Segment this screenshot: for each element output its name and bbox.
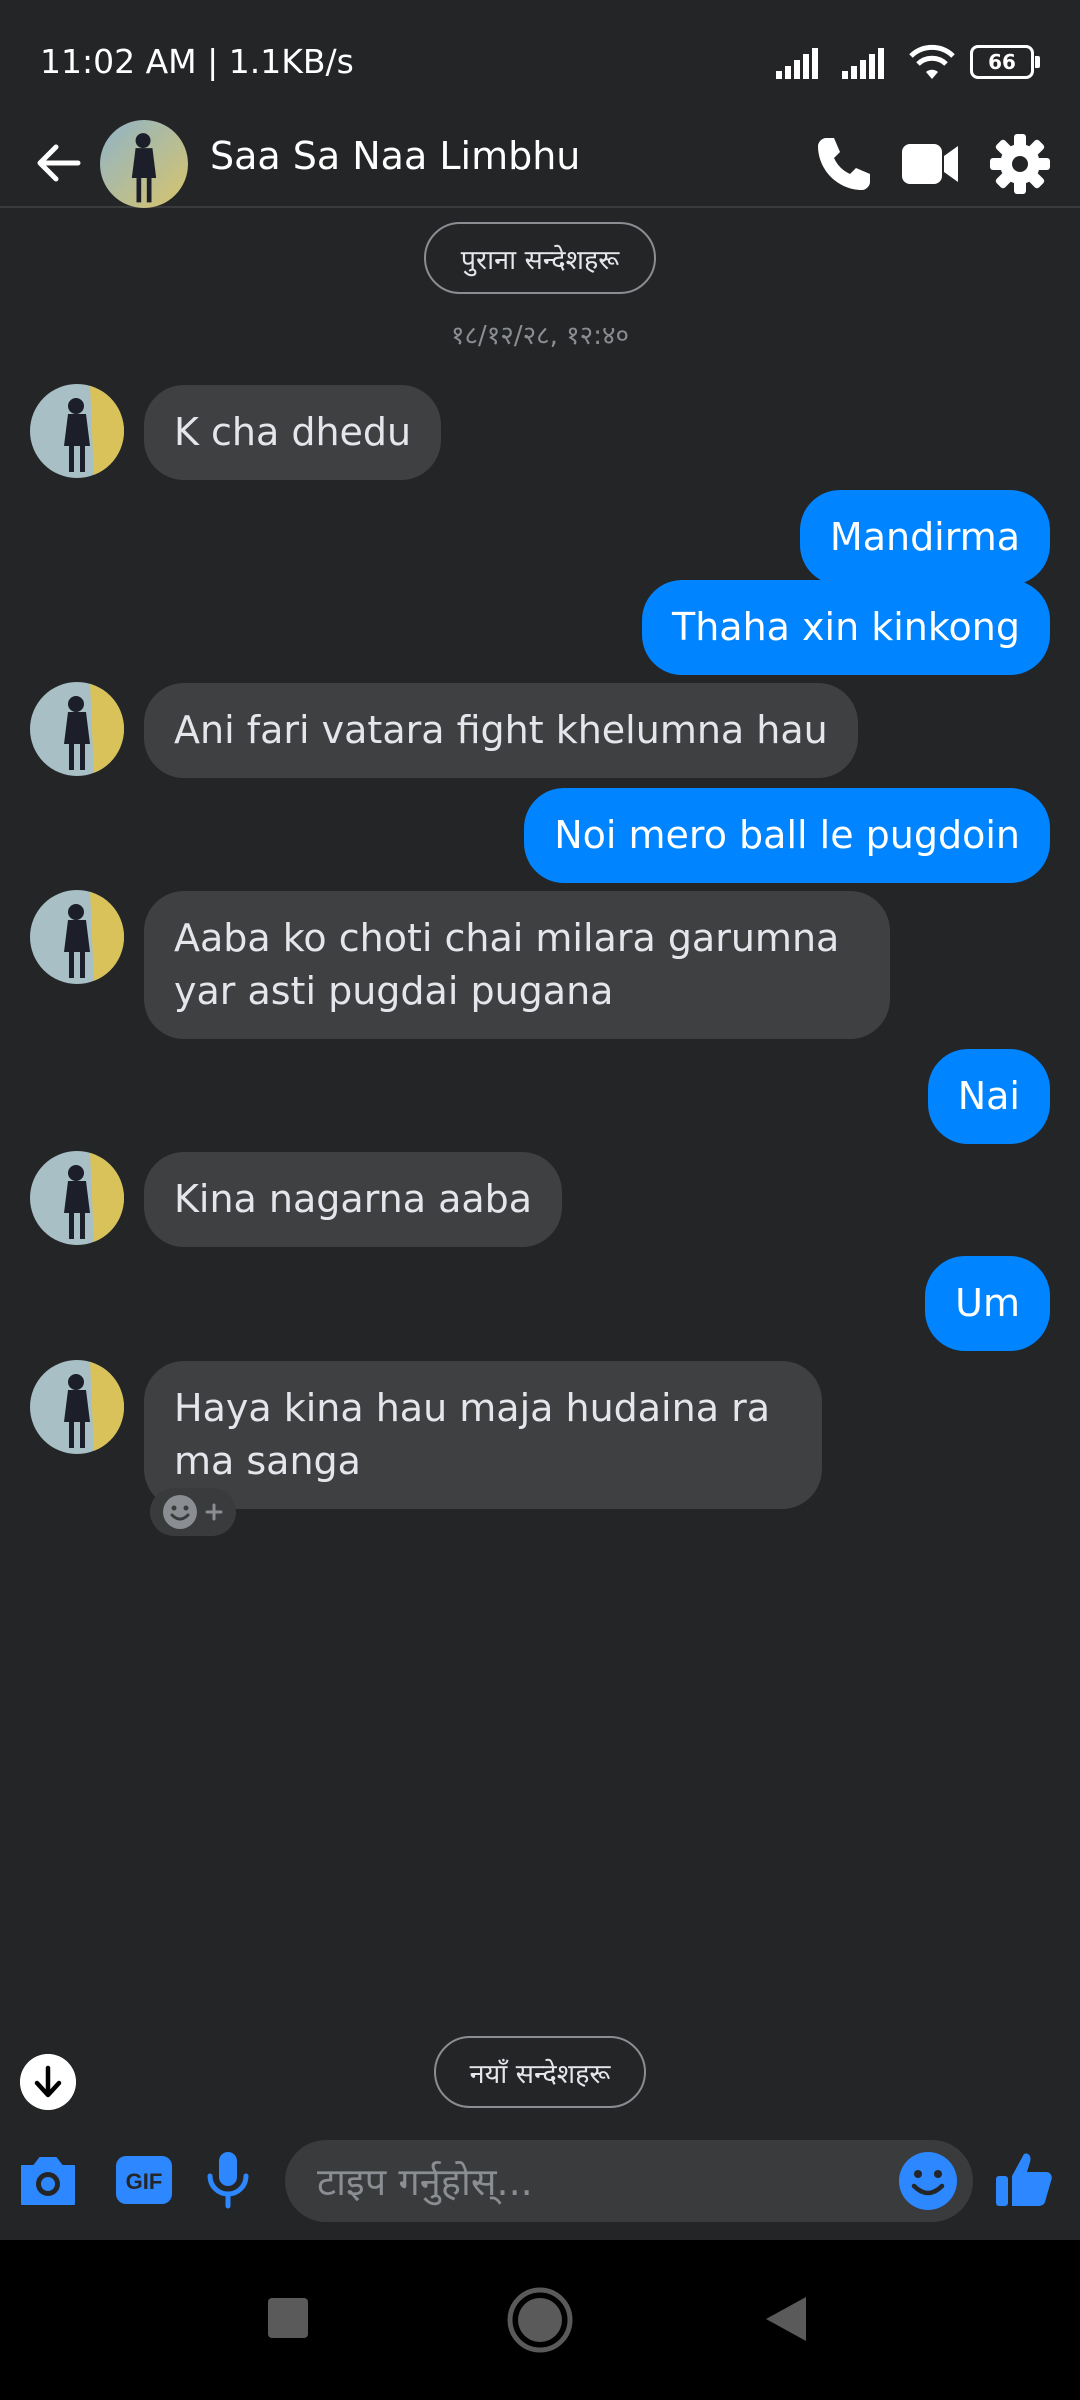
camera-icon[interactable] bbox=[14, 2146, 82, 2214]
sender-avatar[interactable] bbox=[30, 1151, 124, 1245]
recent-apps-icon[interactable] bbox=[266, 2296, 310, 2340]
thumbs-up-icon[interactable] bbox=[990, 2146, 1058, 2214]
gif-label: GIF bbox=[126, 2169, 163, 2194]
message-bubble-outgoing[interactable]: Noi mero ball le pugdoin bbox=[524, 788, 1050, 883]
video-camera-icon[interactable] bbox=[894, 128, 966, 200]
back-arrow-icon[interactable] bbox=[30, 134, 88, 192]
contact-avatar[interactable] bbox=[100, 120, 188, 208]
signal-icon bbox=[776, 48, 818, 79]
emoji-icon bbox=[163, 1495, 197, 1529]
message-bubble-outgoing[interactable]: Um bbox=[925, 1256, 1050, 1351]
sender-avatar[interactable] bbox=[30, 1360, 124, 1454]
older-messages-button[interactable]: पुराना सन्देशहरू bbox=[424, 222, 656, 294]
message-input[interactable] bbox=[315, 2140, 879, 2224]
message-composer: GIF bbox=[0, 2126, 1080, 2236]
back-nav-icon[interactable] bbox=[762, 2294, 808, 2344]
message-bubble-outgoing[interactable]: Thaha xin kinkong bbox=[642, 580, 1050, 675]
message-bubble-incoming[interactable]: Ani fari vatara fight khelumna hau bbox=[144, 683, 858, 778]
arrow-down-icon[interactable] bbox=[20, 2054, 76, 2110]
microphone-icon[interactable] bbox=[194, 2146, 262, 2214]
status-time-speed: 11:02 AM | 1.1KB/s bbox=[40, 42, 354, 81]
chat-header: Saa Sa Naa Limbhu bbox=[0, 120, 1080, 208]
gif-icon[interactable]: GIF bbox=[110, 2146, 178, 2214]
message-bubble-outgoing[interactable]: Mandirma bbox=[799, 490, 1050, 585]
sender-avatar[interactable] bbox=[30, 682, 124, 776]
emoji-icon[interactable] bbox=[897, 2150, 959, 2212]
message-timestamp: १८/१२/२८, १२:४० bbox=[450, 321, 629, 351]
message-bubble-outgoing[interactable]: Nai bbox=[927, 1049, 1050, 1144]
add-reaction-icon bbox=[205, 1503, 223, 1521]
message-bubble-incoming[interactable]: Aaba ko choti chai milara garumna yar as… bbox=[144, 891, 890, 1039]
battery-icon: 66 bbox=[970, 45, 1040, 79]
message-bubble-incoming[interactable]: Haya kina hau maja hudaina ra ma sanga bbox=[144, 1361, 822, 1509]
message-bubble-incoming[interactable]: Kina nagarna aaba bbox=[144, 1152, 563, 1247]
sender-avatar[interactable] bbox=[30, 384, 124, 478]
settings-gear-icon[interactable] bbox=[984, 128, 1056, 200]
add-reaction-button[interactable] bbox=[150, 1488, 236, 1536]
new-messages-button[interactable]: नयाँ सन्देशहरू bbox=[434, 2036, 646, 2108]
message-bubble-incoming[interactable]: K cha dhedu bbox=[144, 385, 442, 480]
wifi-icon bbox=[909, 44, 955, 79]
sender-avatar[interactable] bbox=[30, 890, 124, 984]
signal-icon-2 bbox=[842, 48, 884, 79]
home-icon[interactable] bbox=[506, 2286, 574, 2354]
phone-icon[interactable] bbox=[808, 128, 880, 200]
contact-name[interactable]: Saa Sa Naa Limbhu bbox=[210, 134, 580, 178]
battery-level: 66 bbox=[988, 50, 1016, 74]
message-input-box[interactable] bbox=[285, 2140, 973, 2224]
status-bar: 11:02 AM | 1.1KB/s 66 bbox=[0, 0, 1080, 120]
system-navigation-bar bbox=[0, 2240, 1080, 2400]
